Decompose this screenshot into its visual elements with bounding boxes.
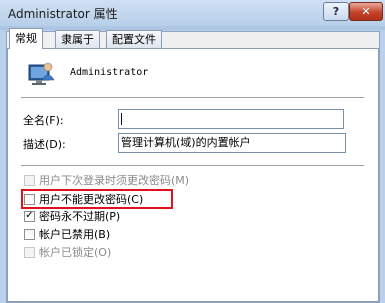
general-tab-page: Administrator 全名(F): 描述(D): 管理计算机(域)的内置帐… (7, 48, 379, 302)
checkbox-box[interactable] (24, 174, 35, 186)
divider-middle (21, 165, 364, 167)
checkbox-box[interactable] (24, 228, 35, 240)
fullname-label: 全名(F): (23, 114, 64, 127)
fullname-input[interactable] (118, 109, 344, 129)
highlight-annotation-box (21, 189, 173, 209)
close-button[interactable]: ✕ (349, 2, 383, 21)
checkbox-password-never-expires[interactable]: ✓ 密码永不过期(P) (24, 209, 120, 223)
checkbox-change-password-next-logon[interactable]: 用户下次登录时须更改密码(M) (24, 173, 189, 187)
checkbox-box-checked[interactable]: ✓ (24, 210, 35, 222)
checkbox-box[interactable] (24, 246, 35, 258)
checkbox-label: 帐户已锁定(O) (39, 246, 112, 259)
divider-top (21, 97, 364, 99)
user-computer-icon (28, 62, 55, 85)
description-input[interactable]: 管理计算机(域)的内置帐户 (118, 133, 346, 153)
properties-window: Administrator 属性 ? ✕ 常规 隶属于 配置文件 Adminis… (0, 0, 385, 303)
checkbox-label: 用户下次登录时须更改密码(M) (39, 174, 190, 187)
help-button[interactable]: ? (323, 2, 349, 21)
checkbox-label: 密码永不过期(P) (39, 210, 121, 223)
description-label: 描述(D): (23, 138, 66, 151)
tab-member-of[interactable]: 隶属于 (55, 30, 100, 48)
checkbox-account-disabled[interactable]: 帐户已禁用(B) (24, 227, 110, 241)
tab-general[interactable]: 常规 (9, 28, 43, 49)
user-name: Administrator (70, 67, 149, 78)
checkbox-account-locked[interactable]: 帐户已锁定(O) (24, 245, 111, 259)
title-bar[interactable]: Administrator 属性 ? ✕ (0, 0, 385, 26)
tab-profile[interactable]: 配置文件 (106, 30, 162, 48)
checkbox-label: 帐户已禁用(B) (39, 228, 111, 241)
window-title: Administrator 属性 (8, 7, 118, 21)
